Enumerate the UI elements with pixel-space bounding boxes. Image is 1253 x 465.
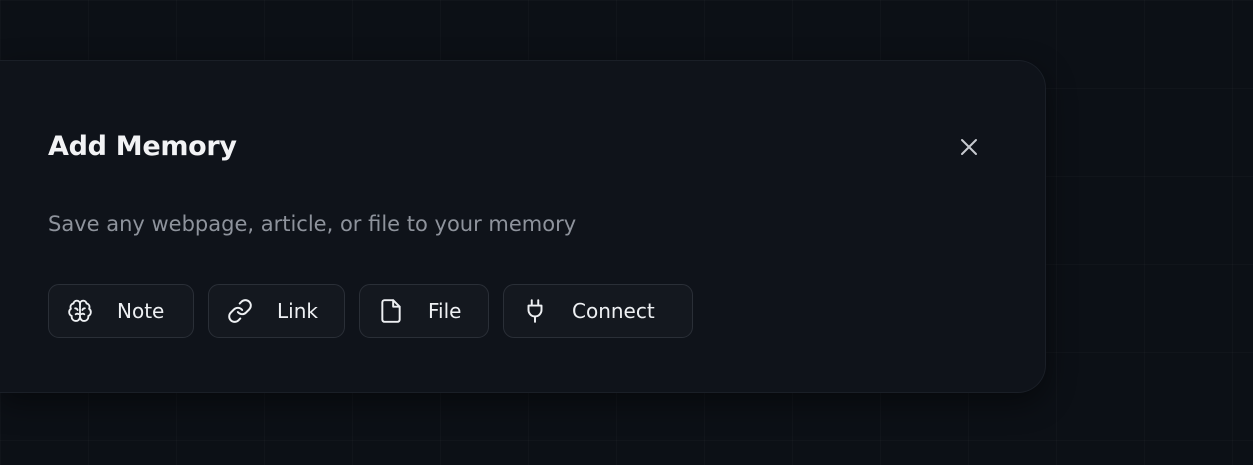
close-button[interactable] [952,131,986,163]
dialog-subtitle: Save any webpage, article, or file to yo… [48,212,577,236]
add-memory-dialog: Add Memory Save any webpage, article, or… [0,60,1046,393]
file-label: File [428,299,462,323]
link-icon [227,298,253,324]
connect-button[interactable]: Connect [503,284,693,338]
note-label: Note [117,299,165,323]
brain-icon [67,298,93,324]
add-memory-options: Note Link File Connect [48,284,693,340]
connect-label: Connect [572,299,655,323]
file-icon [378,298,404,324]
link-button[interactable]: Link [208,284,345,338]
plug-icon [522,298,548,324]
note-button[interactable]: Note [48,284,194,338]
dialog-title: Add Memory [48,131,237,162]
file-button[interactable]: File [359,284,489,338]
close-icon [961,139,977,155]
link-label: Link [277,299,318,323]
